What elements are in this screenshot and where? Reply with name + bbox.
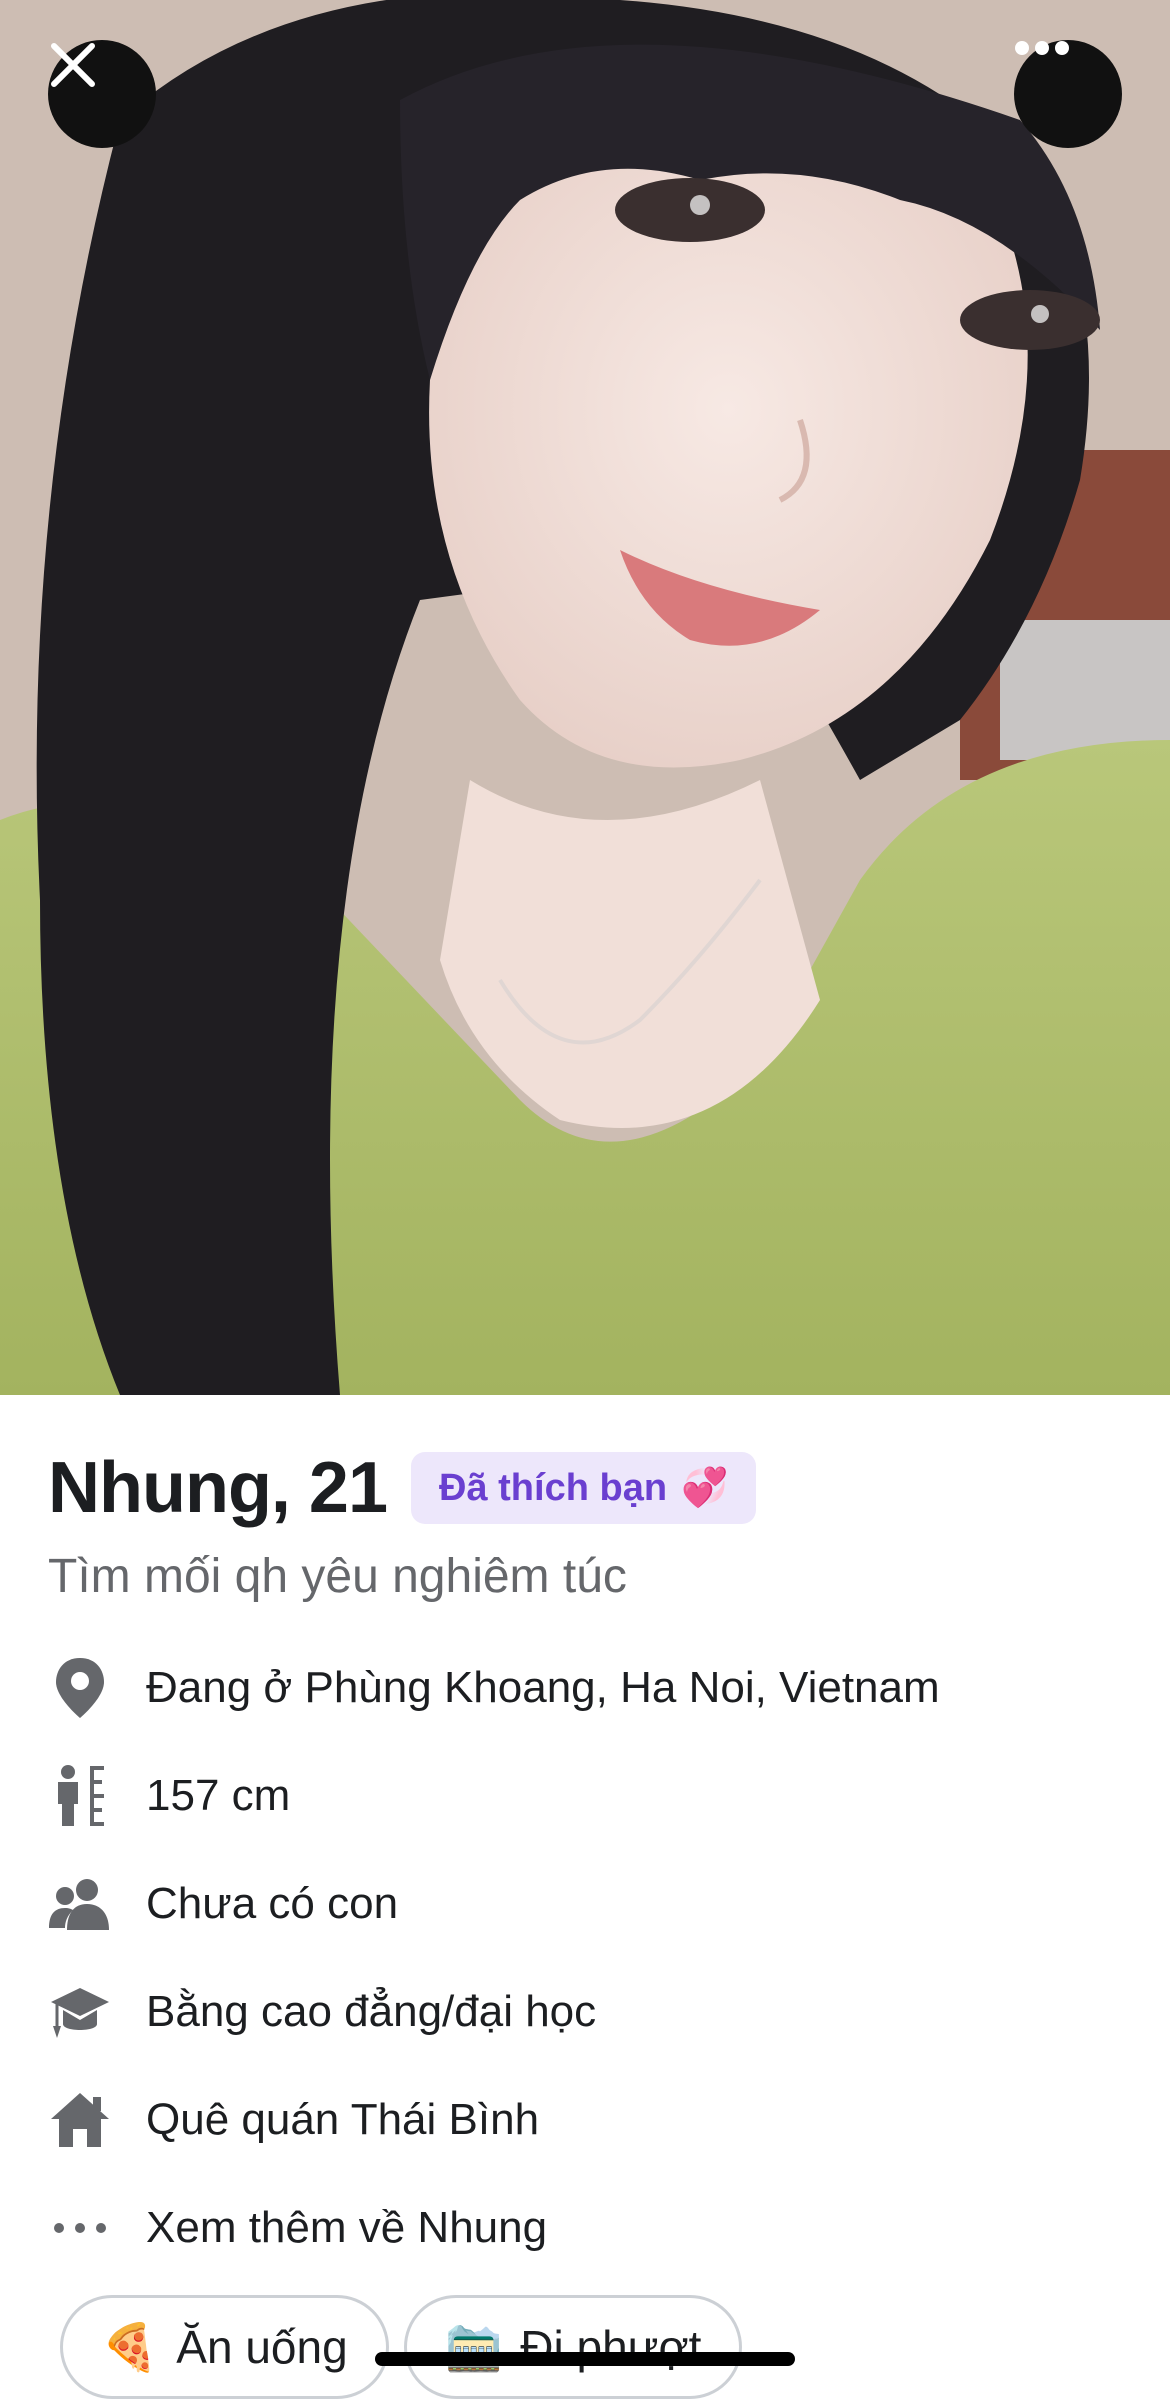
profile-info: Nhung, 21 Đã thích bạn 💞 Tìm mối qh yêu …	[0, 1395, 1170, 2391]
more-options-button[interactable]	[1014, 40, 1122, 148]
detail-height: 157 cm	[48, 1760, 290, 1832]
detail-education: Bằng cao đẳng/đại học	[48, 1976, 596, 2048]
profile-photo[interactable]	[0, 0, 1170, 1395]
interest-chip-food[interactable]: 🍕 Ăn uống	[60, 2295, 389, 2399]
close-icon	[51, 43, 95, 87]
detail-hometown-text: Quê quán Thái Bình	[146, 2095, 540, 2144]
see-more-link[interactable]: Xem thêm về Nhung	[48, 2192, 547, 2264]
train-icon: 🚞	[445, 2320, 503, 2373]
detail-location: Đang ở Phùng Khoang, Ha Noi, Vietnam	[48, 1652, 940, 1724]
pizza-icon: 🍕	[101, 2320, 159, 2373]
interest-chip-label: Ăn uống	[176, 2321, 348, 2373]
house-icon	[48, 2088, 112, 2152]
height-icon	[48, 1764, 112, 1828]
detail-location-text: Đang ở Phùng Khoang, Ha Noi, Vietnam	[146, 1663, 940, 1712]
hearts-emoji-icon: 💞	[681, 1467, 729, 1509]
detail-children-text: Chưa có con	[146, 1879, 399, 1928]
more-dots-icon	[48, 2196, 112, 2260]
people-icon	[48, 1872, 112, 1936]
detail-hometown: Quê quán Thái Bình	[48, 2084, 539, 2156]
profile-tagline: Tìm mối qh yêu nghiêm túc	[48, 1550, 627, 1603]
detail-children: Chưa có con	[48, 1868, 398, 1940]
more-dots-icon	[1015, 41, 1069, 55]
detail-height-text: 157 cm	[146, 1771, 291, 1820]
detail-education-text: Bằng cao đẳng/đại học	[146, 1987, 597, 2036]
name-row: Nhung, 21 Đã thích bạn 💞	[48, 1443, 757, 1533]
interest-chip-travel[interactable]: 🚞 Đi phượt	[404, 2295, 743, 2399]
home-indicator[interactable]	[375, 2352, 795, 2366]
photo-illustration	[0, 0, 1170, 1395]
close-button[interactable]	[48, 40, 156, 148]
graduation-cap-icon	[48, 1980, 112, 2044]
liked-badge-label: Đã thích bạn	[439, 1466, 668, 1509]
location-pin-icon	[48, 1656, 112, 1720]
profile-name-age: Nhung, 21	[48, 1448, 388, 1528]
liked-you-badge: Đã thích bạn 💞	[411, 1452, 757, 1524]
see-more-text: Xem thêm về Nhung	[146, 2203, 548, 2252]
